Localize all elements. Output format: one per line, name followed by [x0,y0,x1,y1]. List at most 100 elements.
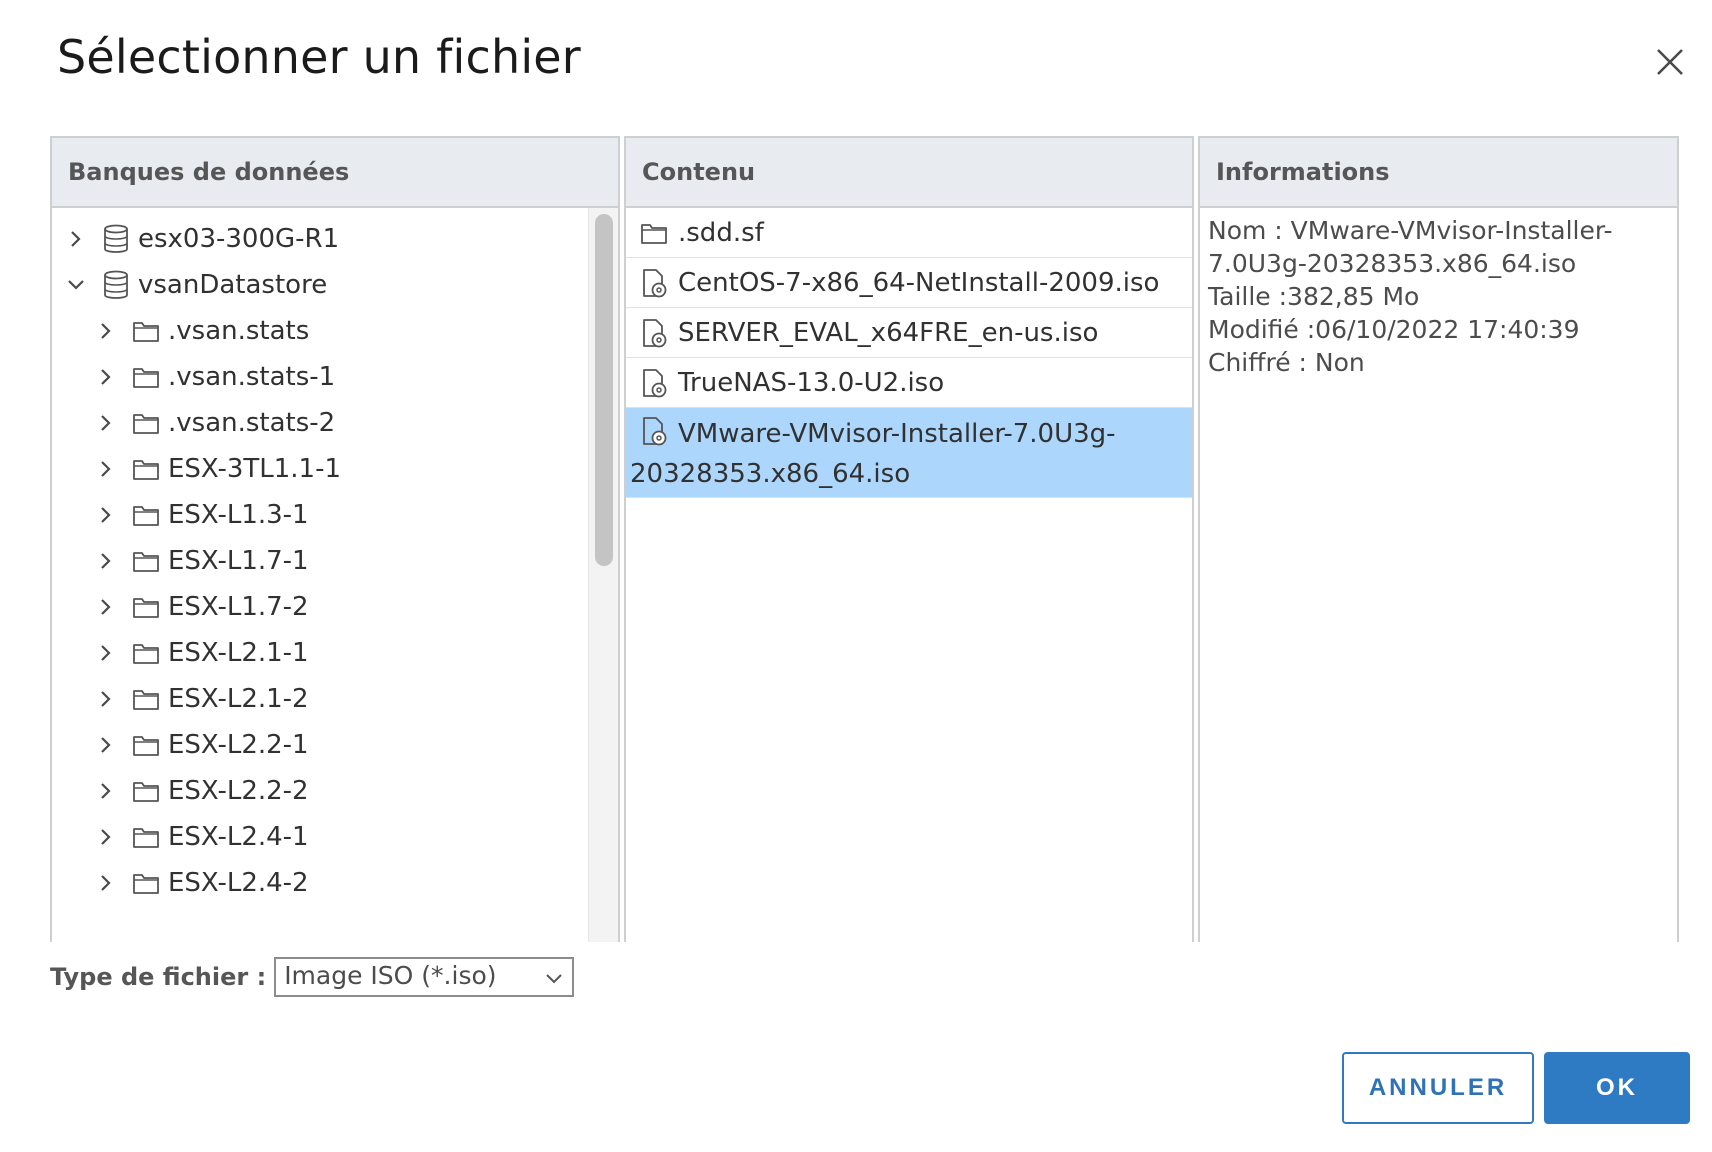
file-row-iso[interactable]: SERVER_EVAL_x64FRE_en-us.iso [626,308,1192,358]
contents-header: Contenu [626,138,1192,208]
file-row-iso[interactable]: VMware-VMvisor-Installer-7.0U3g-20328353… [626,408,1192,498]
dialog-title: Sélectionner un fichier [57,30,581,84]
tree-item-folder[interactable]: ESX-L2.2-2 [52,766,309,816]
tree-item-folder[interactable]: ESX-L1.7-1 [52,536,309,586]
chevron-right-icon[interactable] [96,321,116,341]
chevron-right-icon[interactable] [96,367,116,387]
chevron-right-icon[interactable] [96,597,116,617]
file-row-label: CentOS-7-x86_64-NetInstall-2009.iso [678,267,1160,298]
ok-button[interactable]: OK [1544,1052,1690,1124]
tree-item-label: .vsan.stats-1 [168,362,336,392]
tree-item-folder[interactable]: ESX-L2.2-1 [52,720,309,770]
folder-icon [132,779,160,803]
folder-icon [132,549,160,573]
tree-item-label: ESX-L1.7-2 [168,592,309,622]
file-row-content: VMware-VMvisor-Installer-7.0U3g-20328353… [630,414,1192,494]
chevron-right-icon[interactable] [96,413,116,433]
iso-file-icon [640,416,668,446]
datastore-icon [102,224,130,254]
folder-icon [132,503,160,527]
folder-icon [132,457,160,481]
file-row-iso[interactable]: TrueNAS-13.0-U2.iso [626,358,1192,408]
chevron-right-icon[interactable] [96,781,116,801]
tree-item-folder[interactable]: ESX-3TL1.1-1 [52,444,341,494]
tree-item-folder[interactable]: ESX-L2.4-2 [52,858,309,908]
tree-item-label: ESX-L2.1-2 [168,684,309,714]
info-size: Taille :382,85 Mo [1208,282,1420,311]
datastores-panel: Banques de données ESX-L2.4-2 ESX-L2.4-1 E… [50,136,620,942]
tree-item-label: .vsan.stats-2 [168,408,336,438]
tree-item-label: .vsan.stats [168,316,310,346]
tree-scrollbar[interactable] [588,208,618,942]
file-row-label: VMware-VMvisor-Installer-7.0U3g-20328353… [630,419,1116,489]
tree-scrollbar-thumb[interactable] [595,214,613,566]
filetype-label: Type de fichier : [50,963,267,991]
tree-item-label: ESX-L2.4-2 [168,868,309,898]
chevron-right-icon[interactable] [96,827,116,847]
tree-item-label: ESX-L2.2-1 [168,730,309,760]
file-row-folder[interactable]: .sdd.sf [626,208,1192,258]
chevron-right-icon[interactable] [96,643,116,663]
filetype-selected-value: Image ISO (*.iso) [284,961,497,990]
tree-item-folder[interactable]: ESX-L1.7-2 [52,582,309,632]
tree-item-folder[interactable]: .vsan.stats-1 [52,352,335,402]
datastore-icon [102,270,130,300]
datastores-header: Banques de données [52,138,618,208]
cancel-button[interactable]: ANNULER [1342,1052,1534,1124]
info-header: Informations [1200,138,1677,208]
info-details: Nom : VMware-VMvisor-Installer-7.0U3g-20… [1200,208,1677,942]
chevron-down-icon [546,974,562,984]
folder-icon [132,365,160,389]
tree-item-datastore[interactable]: esx03-300G-R1 [52,214,339,264]
info-name: Nom : VMware-VMvisor-Installer-7.0U3g-20… [1208,216,1613,278]
tree-item-datastore[interactable]: vsanDatastore [52,260,327,310]
folder-icon [132,871,160,895]
tree-item-folder[interactable]: ESX-L2.1-2 [52,674,309,724]
tree-item-folder[interactable]: ESX-L2.4-1 [52,812,309,862]
chevron-right-icon[interactable] [96,735,116,755]
tree-item-label: vsanDatastore [138,270,328,300]
tree-item-folder[interactable]: .vsan.stats [52,306,309,356]
file-row-iso[interactable]: CentOS-7-x86_64-NetInstall-2009.iso [626,258,1192,308]
tree-item-label: ESX-L2.4-1 [168,822,309,852]
filetype-row: Type de fichier : Image ISO (*.iso) [50,957,575,997]
chevron-down-icon[interactable] [66,275,86,295]
chevron-right-icon[interactable] [96,689,116,709]
iso-file-icon [640,268,668,298]
tree-item-label: esx03-300G-R1 [138,224,340,254]
folder-icon [132,687,160,711]
chevron-right-icon[interactable] [96,551,116,571]
tree-item-label: ESX-L1.3-1 [168,500,309,530]
tree-item-label: ESX-3TL1.1-1 [168,454,342,484]
folder-icon [132,825,160,849]
file-row-label: .sdd.sf [678,217,764,248]
tree-item-label: ESX-L2.2-2 [168,776,309,806]
datastore-tree: ESX-L2.4-2 ESX-L2.4-1 ESX-L2.2-2 ESX-L2.2-1… [52,208,618,942]
close-button[interactable] [1650,42,1690,82]
info-encrypted: Chiffré : Non [1208,348,1365,377]
folder-icon [132,411,160,435]
chevron-right-icon[interactable] [66,229,86,249]
file-row-label: TrueNAS-13.0-U2.iso [678,367,945,398]
chevron-right-icon[interactable] [96,459,116,479]
chevron-right-icon[interactable] [96,505,116,525]
folder-icon [132,733,160,757]
close-icon [1657,49,1683,75]
iso-file-icon [640,318,668,348]
tree-item-folder[interactable]: ESX-L1.3-1 [52,490,309,540]
folder-icon [132,595,160,619]
folder-icon [132,319,160,343]
contents-panel: Contenu .sdd.sf CentOS-7-x86_64-NetInstal… [624,136,1194,942]
info-panel: Informations Nom : VMware-VMvisor-Instal… [1198,136,1679,942]
chevron-right-icon[interactable] [96,873,116,893]
tree-item-folder[interactable]: .vsan.stats-2 [52,398,335,448]
iso-file-icon [640,368,668,398]
tree-item-label: ESX-L2.1-1 [168,638,309,668]
folder-icon [132,641,160,665]
file-row-label: SERVER_EVAL_x64FRE_en-us.iso [678,317,1099,348]
file-list: .sdd.sf CentOS-7-x86_64-NetInstall-2009.i… [626,208,1192,942]
tree-item-folder[interactable]: ESX-L2.1-1 [52,628,309,678]
folder-icon [640,221,668,245]
filetype-select[interactable]: Image ISO (*.iso) [274,957,575,997]
tree-item-label: ESX-L1.7-1 [168,546,309,576]
